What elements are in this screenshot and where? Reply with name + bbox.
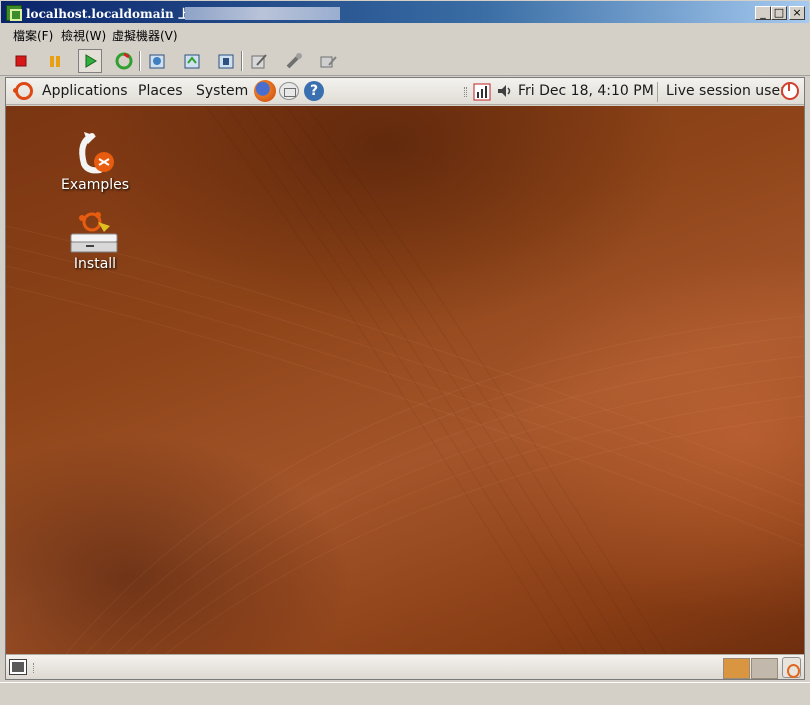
pause-button[interactable] (43, 49, 67, 73)
ubuntu-logo-icon[interactable] (13, 82, 33, 100)
panel-handle[interactable] (33, 663, 36, 673)
desktop[interactable]: Examples Install (6, 106, 804, 654)
menu-places[interactable]: Places (138, 83, 183, 99)
volume-icon[interactable] (496, 83, 514, 99)
examples-folder-icon (79, 132, 114, 174)
minimize-button[interactable]: _ (755, 6, 771, 20)
install-icon (70, 212, 118, 253)
menu-vm[interactable]: 虛擬機器(V) (112, 27, 178, 44)
reset-button[interactable] (112, 49, 136, 73)
snapshot-icon (149, 54, 165, 69)
connect-devices-button[interactable] (316, 49, 340, 73)
panel-handle[interactable] (464, 87, 467, 97)
menu-applications[interactable]: Applications (42, 83, 128, 99)
menu-file[interactable]: 檔案(F) (13, 27, 53, 44)
desktop-icon-install[interactable]: Install (50, 210, 140, 280)
help-icon[interactable]: ? (304, 81, 324, 101)
redacted-title-region (185, 7, 340, 20)
desktop-icon-label: Examples (60, 177, 130, 193)
power-icon[interactable] (781, 82, 799, 100)
vm-console[interactable]: Applications Places System ? Fri Dec 18,… (5, 77, 805, 680)
menu-system[interactable]: System (196, 83, 248, 99)
stop-button[interactable] (9, 49, 33, 73)
revert-snapshot-button[interactable] (180, 49, 204, 73)
window-toolbar (0, 46, 810, 76)
toolbar-separator (241, 51, 243, 71)
desktop-icon-examples[interactable]: Examples (50, 130, 140, 200)
play-button[interactable] (78, 49, 102, 73)
close-button[interactable]: × (789, 6, 805, 20)
connect-devices-icon (320, 56, 337, 68)
snapshot-manager-button[interactable] (214, 49, 238, 73)
window-statusbar (0, 682, 810, 705)
edit-settings-icon (251, 54, 267, 69)
pause-icon (50, 56, 60, 67)
workspace-1[interactable] (723, 658, 750, 679)
maximize-button[interactable]: □ (771, 6, 787, 20)
vm-tools-button[interactable] (282, 49, 306, 73)
trash-icon[interactable] (782, 657, 801, 678)
reset-icon (115, 52, 133, 70)
clock[interactable]: Fri Dec 18, 4:10 PM (518, 83, 654, 99)
edit-settings-button[interactable] (247, 49, 271, 73)
window-menubar: 檔案(F) 檢視(W) 虛擬機器(V) (0, 24, 810, 46)
snapshot-button[interactable] (145, 49, 169, 73)
play-icon (85, 54, 97, 68)
vm-tools-icon (286, 53, 302, 69)
menu-view[interactable]: 檢視(W) (61, 27, 106, 44)
firefox-icon[interactable] (254, 80, 276, 102)
bottom-panel (6, 654, 804, 679)
network-icon[interactable] (473, 82, 491, 102)
window-titlebar[interactable]: localhost.localdomain 上的 1 _ □ × (0, 0, 810, 24)
top-panel: Applications Places System ? Fri Dec 18,… (6, 78, 804, 105)
session-user[interactable]: Live session user (666, 83, 786, 99)
panel-divider (657, 82, 658, 102)
toolbar-separator (139, 51, 141, 71)
mail-icon[interactable] (279, 82, 299, 100)
revert-snapshot-icon (184, 54, 200, 69)
stop-icon (15, 55, 27, 67)
vsphere-app-icon (6, 5, 22, 21)
show-desktop-icon[interactable] (9, 659, 27, 675)
snapshot-manager-icon (218, 54, 234, 69)
desktop-icon-label: Install (73, 256, 117, 272)
workspace-2[interactable] (751, 658, 778, 679)
